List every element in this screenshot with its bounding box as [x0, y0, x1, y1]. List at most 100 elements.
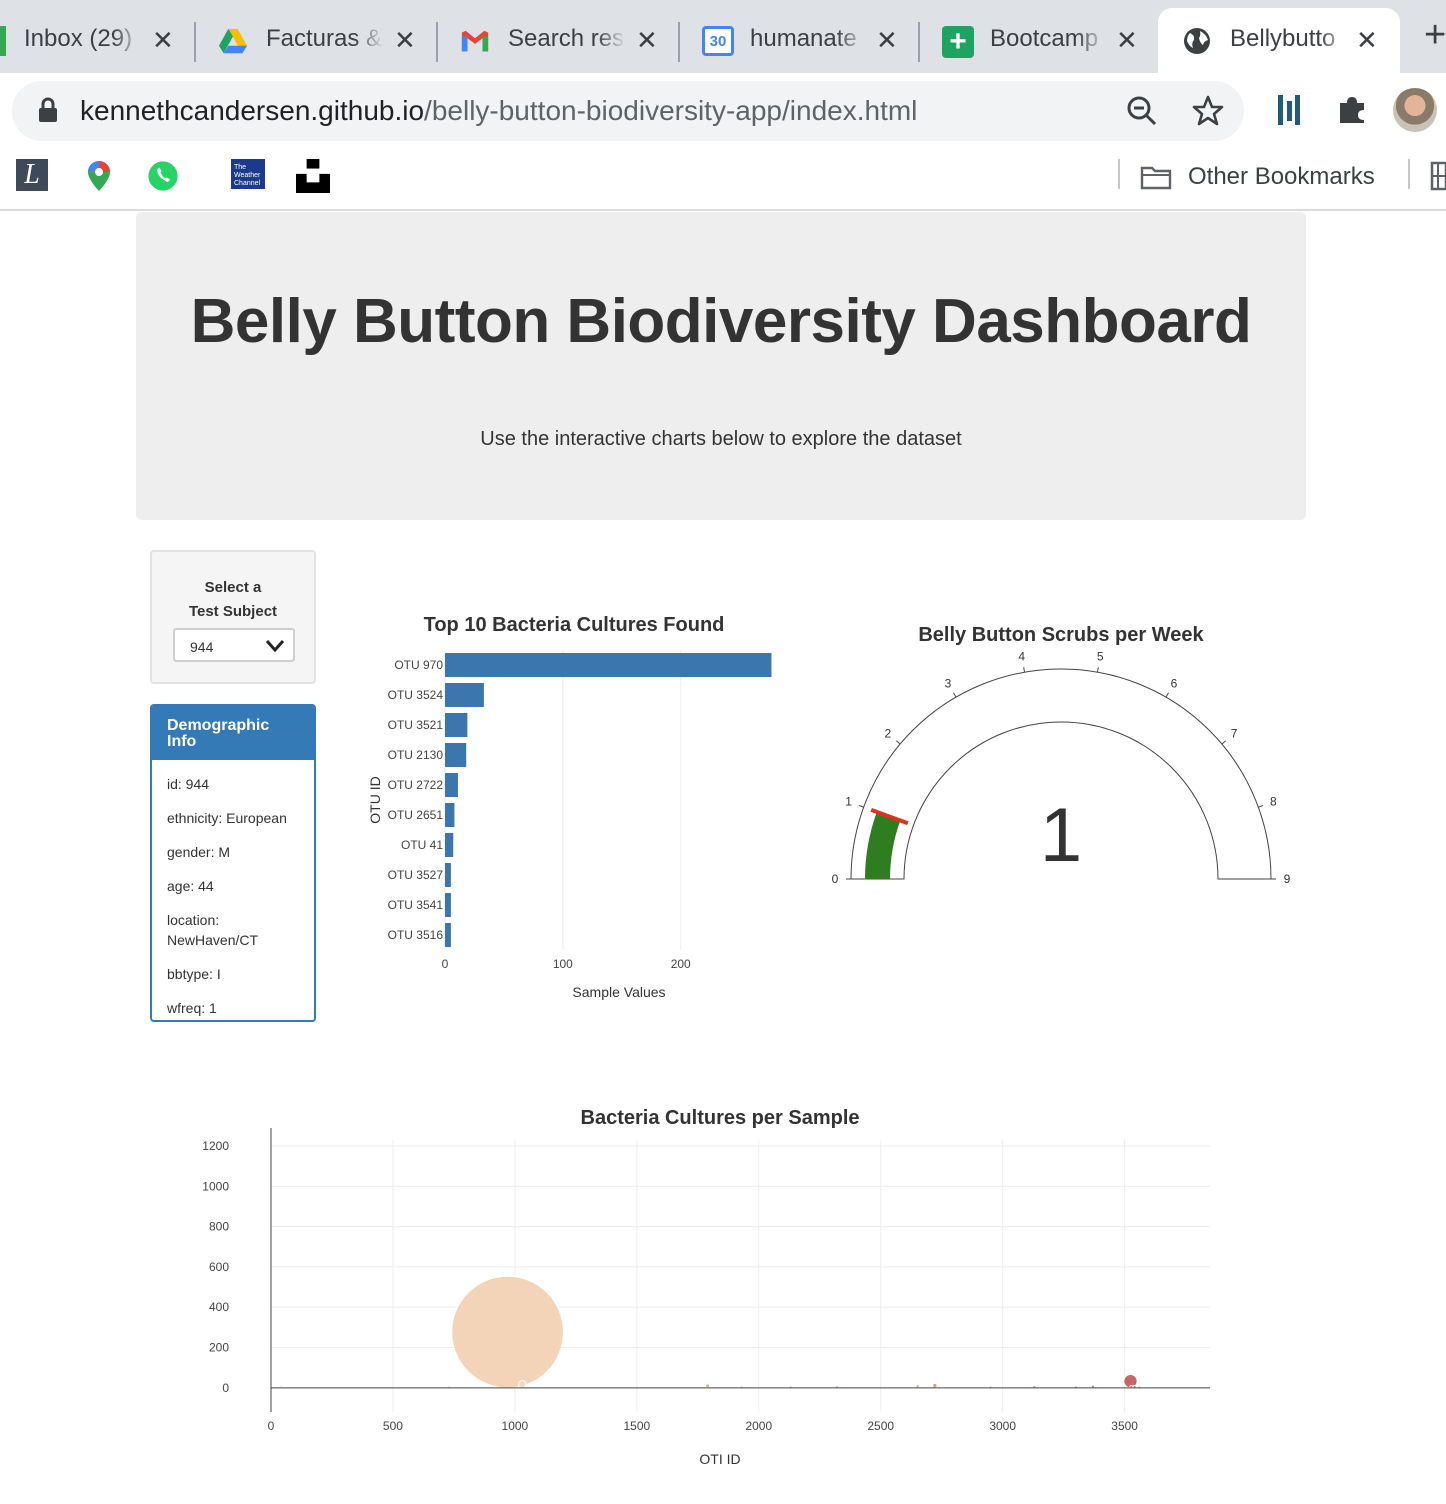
- gauge-value: 1: [1040, 793, 1082, 878]
- weather-channel-icon[interactable]: The Weather Channel: [231, 159, 265, 189]
- bar-y-tick-label: OTU 3524: [388, 688, 444, 702]
- calendar-day-number: 30: [709, 32, 727, 50]
- globe-icon: [1184, 28, 1210, 54]
- lock-icon[interactable]: [38, 97, 58, 123]
- demo-gender: gender: M: [167, 844, 231, 860]
- gauge-tick-label: 1: [845, 795, 852, 809]
- extension-dashlane-icon[interactable]: [1276, 93, 1302, 127]
- bar: [445, 743, 467, 767]
- url-host: kennethcandersen.github.io: [80, 95, 425, 126]
- bar: [445, 773, 458, 797]
- top10-bar-chart[interactable]: Top 10 Bacteria Cultures Found OTU 970 OT…: [350, 600, 810, 1020]
- gauge-tick-label: 7: [1231, 727, 1238, 741]
- gauge-tick: [1221, 740, 1227, 745]
- bubble-x-tick-label: 2500: [867, 1419, 894, 1433]
- other-bookmarks-folder[interactable]: Other Bookmarks: [1140, 159, 1375, 195]
- close-icon[interactable]: ✕: [1356, 25, 1378, 56]
- zoom-out-icon[interactable]: [1126, 95, 1158, 127]
- bar-chart-title: Top 10 Bacteria Cultures Found: [424, 614, 725, 636]
- tab-title: Bellybutto: [1230, 25, 1336, 52]
- tab-title: Search res: [508, 25, 625, 52]
- close-icon[interactable]: ✕: [1116, 25, 1138, 56]
- subject-dropdown[interactable]: 944: [173, 628, 295, 662]
- bar-y-tick-label: OTU 3521: [388, 718, 444, 732]
- bubble-x-tick-label: 3000: [989, 1419, 1016, 1433]
- select-label: Select a: [204, 579, 262, 596]
- reading-list-icon[interactable]: [1430, 161, 1446, 191]
- tab-facturas[interactable]: Facturas & ✕: [196, 8, 436, 73]
- gauge-tick: [895, 740, 901, 745]
- demo-id: id: 944: [167, 776, 210, 792]
- close-icon[interactable]: ✕: [152, 25, 174, 56]
- bubble-x-tick-label: 1500: [623, 1419, 650, 1433]
- bar-y-tick-label: OTU 3541: [388, 898, 444, 912]
- close-icon[interactable]: ✕: [394, 25, 416, 56]
- gauge-tick: [1023, 667, 1026, 673]
- bubble-point: [705, 1383, 711, 1389]
- close-icon[interactable]: ✕: [636, 25, 658, 56]
- select-label: Test Subject: [188, 603, 278, 620]
- tab-humanate[interactable]: 30 humanate ✕: [680, 8, 918, 73]
- bar-y-tick-label: OTU 970: [394, 658, 443, 672]
- bubble-y-tick-label: 0: [222, 1381, 229, 1395]
- tab-title: Facturas &: [266, 25, 383, 52]
- bar: [445, 833, 454, 857]
- folder-icon: [1140, 166, 1172, 190]
- bookmarks-divider: [1408, 159, 1410, 189]
- bubble-x-tick-label: 500: [383, 1419, 403, 1433]
- bar-x-tick-label: 0: [442, 957, 449, 971]
- bar: [445, 713, 468, 737]
- tab-bootcamp[interactable]: + Bootcamp ✕: [920, 8, 1158, 73]
- gauge-tick-label: 2: [885, 727, 892, 741]
- scrubs-gauge-chart[interactable]: Belly Button Scrubs per Week 01234 56789 …: [820, 605, 1310, 905]
- gauge-tick-label: 5: [1097, 649, 1104, 663]
- whatsapp-icon[interactable]: [146, 159, 180, 193]
- google-calendar-icon: 30: [702, 26, 734, 56]
- gauge-tick-label: 6: [1171, 676, 1178, 690]
- tab-inbox[interactable]: Inbox (29) ✕: [0, 8, 194, 73]
- tab-search-results[interactable]: Search res ✕: [438, 8, 678, 73]
- bar: [445, 923, 451, 947]
- browser-tab-strip: Inbox (29) ✕ Facturas & ✕ Search res ✕ 3…: [0, 0, 1446, 73]
- gmail-icon: [461, 30, 489, 52]
- gauge-tick: [858, 804, 864, 808]
- bar-y-tick-label: OTU 2130: [388, 748, 444, 762]
- bar-chart-xlabel: Sample Values: [572, 984, 665, 1000]
- bubble-chart[interactable]: Bacteria Cultures per Sample 0 500 1000 150…: [180, 1095, 1240, 1485]
- gauge-tick-label: 0: [832, 872, 839, 886]
- bookmarks-divider: [1118, 159, 1120, 189]
- bubble-y-tick-label: 1000: [202, 1179, 229, 1193]
- gauge-title: Belly Button Scrubs per Week: [918, 624, 1204, 646]
- page-subtitle: Use the interactive charts below to expl…: [480, 428, 962, 450]
- subject-select-panel: Select a Test Subject 944: [150, 550, 316, 684]
- extensions-puzzle-icon[interactable]: [1336, 93, 1368, 125]
- bar-y-tick-label: OTU 3527: [388, 868, 444, 882]
- tab-title: humanate: [750, 25, 857, 52]
- url-text[interactable]: kennethcandersen.github.io/belly-button-…: [80, 95, 917, 127]
- bar-y-tick-label: OTU 2651: [388, 808, 444, 822]
- header-jumbotron: Belly Button Biodiversity Dashboard Use …: [136, 212, 1306, 520]
- avatar[interactable]: [1393, 88, 1437, 132]
- selected-subject: 944: [190, 639, 214, 655]
- google-maps-icon[interactable]: [82, 159, 116, 193]
- url-path: /belly-button-biodiversity-app/index.htm…: [424, 95, 918, 126]
- tab-title: Bootcamp: [990, 25, 1099, 52]
- gmail-icon: [0, 26, 6, 56]
- close-icon[interactable]: ✕: [876, 25, 898, 56]
- bubble-y-tick-label: 600: [209, 1260, 229, 1274]
- google-drive-icon: [218, 28, 248, 54]
- bubble-point: [518, 1380, 527, 1389]
- bar-y-tick-label: OTU 2722: [388, 778, 444, 792]
- bar-y-tick-label: OTU 3516: [388, 928, 444, 942]
- new-tab-button[interactable]: +: [1424, 14, 1446, 57]
- gauge-tick-label: 4: [1018, 649, 1025, 663]
- address-toolbar: kennethcandersen.github.io/belly-button-…: [0, 73, 1446, 149]
- bookmark-star-icon[interactable]: [1192, 95, 1224, 127]
- unsplash-icon[interactable]: [296, 159, 330, 193]
- tab-title: Inbox (29): [24, 25, 133, 52]
- tab-bellybutton[interactable]: Bellybutto ✕: [1158, 8, 1400, 73]
- demo-age: age: 44: [167, 878, 214, 894]
- bar: [445, 683, 484, 707]
- bookmark-l-icon[interactable]: L: [16, 159, 48, 191]
- address-bar[interactable]: kennethcandersen.github.io/belly-button-…: [12, 81, 1244, 141]
